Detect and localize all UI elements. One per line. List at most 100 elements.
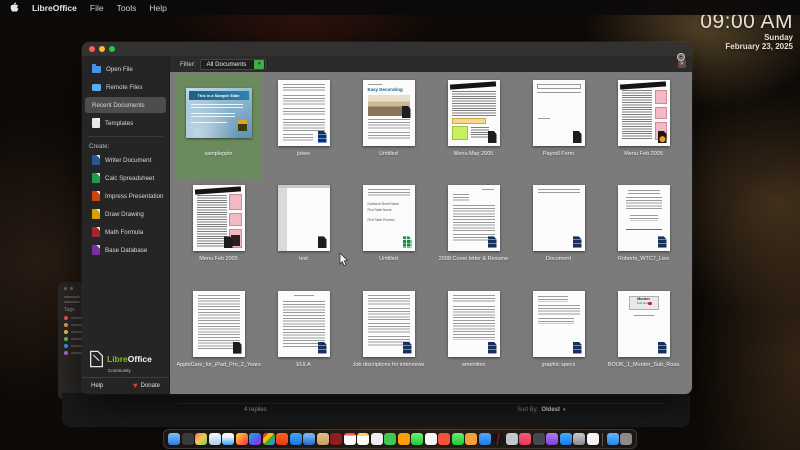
tag-color-dot[interactable] (64, 344, 68, 348)
filter-bar: Filter: All Documents ▾ ✕ (170, 56, 692, 72)
sort-value[interactable]: Oldest (541, 407, 560, 413)
folder-icon (92, 64, 101, 73)
sidebar-item-remote-files[interactable]: Remote Files (85, 79, 166, 95)
document-item[interactable]: Menu May 2005 (431, 74, 516, 179)
mission-control-icon[interactable] (195, 433, 207, 445)
netflix-icon[interactable] (492, 433, 504, 445)
app-red-icon[interactable] (438, 433, 450, 445)
word-file-icon (572, 236, 582, 249)
sort-label: Sort By: (517, 407, 539, 413)
firefox-icon[interactable] (235, 433, 248, 445)
chevron-down-icon: ▾ (563, 407, 566, 413)
document-item[interactable]: Document (516, 179, 601, 284)
weather-icon[interactable] (478, 433, 491, 445)
menu-tools[interactable]: Tools (117, 3, 137, 13)
document-item[interactable]: Payroll Form (516, 74, 601, 179)
menu-help[interactable]: Help (149, 3, 166, 13)
compass-icon[interactable] (505, 433, 518, 445)
document-item[interactable]: jokes (261, 74, 346, 179)
word-file-icon (402, 341, 412, 354)
sidebar-item-writer-document[interactable]: Writer Document (85, 152, 166, 168)
donate-button[interactable]: ♥ Donate (133, 382, 160, 390)
preview-icon[interactable] (208, 433, 221, 445)
music-icon[interactable] (519, 433, 531, 445)
mail-icon[interactable] (289, 433, 302, 445)
document-item[interactable]: Murder Sub Rosa BOOK_1_Murder_Sub_Rosa (601, 285, 686, 390)
sidebar-item-base-database[interactable]: Base Database (85, 242, 166, 258)
textedit-icon[interactable] (370, 433, 383, 445)
document-item[interactable]: Menu Feb 2005 (176, 179, 261, 284)
apple-menu-icon[interactable] (10, 2, 19, 13)
downloads-folder-icon[interactable] (606, 433, 619, 445)
document-item[interactable]: Easy Decorating Untitled (346, 74, 431, 179)
firefox-developer-icon[interactable] (249, 433, 261, 445)
page-preview: Easy Decorating (362, 80, 415, 146)
clock-icon (677, 53, 685, 61)
tag-color-dot[interactable] (64, 330, 68, 334)
font-book-icon[interactable] (330, 433, 342, 445)
contacts-icon[interactable] (546, 433, 558, 445)
notes-icon[interactable] (357, 433, 369, 445)
app-green-icon[interactable] (384, 433, 396, 445)
app-menu[interactable]: LibreOffice (32, 3, 77, 13)
sidebar-item-calc-spreadsheet[interactable]: Calc Spreadsheet (85, 170, 166, 186)
messages-icon[interactable] (411, 433, 423, 445)
help-button[interactable]: Help (91, 383, 103, 389)
word-file-icon (487, 236, 497, 249)
photos-icon[interactable] (424, 433, 437, 445)
tv-app-icon[interactable] (303, 433, 315, 445)
community-label: Community (108, 368, 131, 373)
sort-control[interactable]: Sort By: Oldest ▾ (517, 407, 566, 413)
tag-color-dot[interactable] (64, 351, 68, 355)
document-item[interactable]: Job discriptions for interviews (346, 285, 431, 390)
close-icon[interactable]: ✕ (678, 60, 686, 68)
document-label: Menu Feb 2005 (624, 151, 663, 157)
rose-icon (648, 301, 652, 306)
app-orange-icon[interactable] (397, 433, 410, 445)
settings-icon[interactable] (573, 433, 585, 445)
sidebar-item-label: Draw Drawing (105, 210, 144, 218)
sidebar-item-recent-documents[interactable]: Recent Documents (85, 53, 685, 113)
document-item[interactable]: Roberts_WTC7_Lies (601, 179, 686, 284)
trash-icon[interactable] (620, 433, 632, 445)
tag-color-dot[interactable] (64, 337, 68, 341)
utility-dark-icon[interactable] (532, 433, 545, 445)
tag-color-dot[interactable] (64, 323, 68, 327)
brave-icon[interactable] (276, 433, 288, 445)
sidebar-item-math-formula[interactable]: Math Formula (85, 224, 166, 240)
folder-app-icon[interactable] (316, 433, 329, 445)
sidebar-item-impress-presentation[interactable]: Impress Presentation (85, 188, 166, 204)
app-store-icon[interactable] (559, 433, 572, 445)
safari-icon[interactable] (222, 433, 234, 445)
sidebar-item-label: Math Formula (105, 228, 144, 236)
sidebar-item-draw-drawing[interactable]: Draw Drawing (85, 206, 166, 222)
document-item[interactable]: This is a Sample Slide samplepptx (176, 74, 261, 180)
tag-color-dot[interactable] (64, 316, 68, 320)
minimize-window-button[interactable] (99, 46, 105, 52)
filter-dropdown[interactable]: All Documents ▾ (200, 58, 267, 70)
document-item[interactable]: graphic specs (516, 285, 601, 390)
sidebar-item-open-file[interactable]: Open File (85, 61, 166, 77)
sidebar-item-templates[interactable]: Templates (85, 115, 166, 131)
document-item[interactable]: Numbers Sheet Name First Table Name Firs… (346, 179, 431, 284)
page-preview (277, 80, 330, 146)
document-item[interactable]: amenities (431, 285, 516, 390)
document-item[interactable]: test (261, 179, 346, 284)
menu-file[interactable]: File (90, 3, 104, 13)
books-icon[interactable] (586, 433, 599, 445)
close-window-button[interactable] (89, 46, 95, 52)
libreoffice-start-center-window: Open File Remote Files Recent Documents … (82, 42, 692, 394)
chrome-icon[interactable] (262, 433, 275, 445)
document-item[interactable]: Menu Feb 2005 (601, 74, 686, 179)
title-bar[interactable] (82, 42, 692, 56)
facetime-icon[interactable] (451, 433, 464, 445)
clock-day: Sunday (764, 33, 793, 42)
document-item[interactable]: EULA (261, 285, 346, 390)
calendar-icon[interactable] (343, 433, 356, 445)
finder-icon[interactable] (168, 433, 180, 445)
document-item[interactable]: 2008 Cover letter & Resume (431, 179, 516, 284)
maximize-window-button[interactable] (109, 46, 115, 52)
document-item[interactable]: AppleCare_for_iPad_Pro_2_Years (176, 285, 261, 390)
launchpad-icon[interactable] (181, 433, 194, 445)
app-amber-icon[interactable] (465, 433, 477, 445)
